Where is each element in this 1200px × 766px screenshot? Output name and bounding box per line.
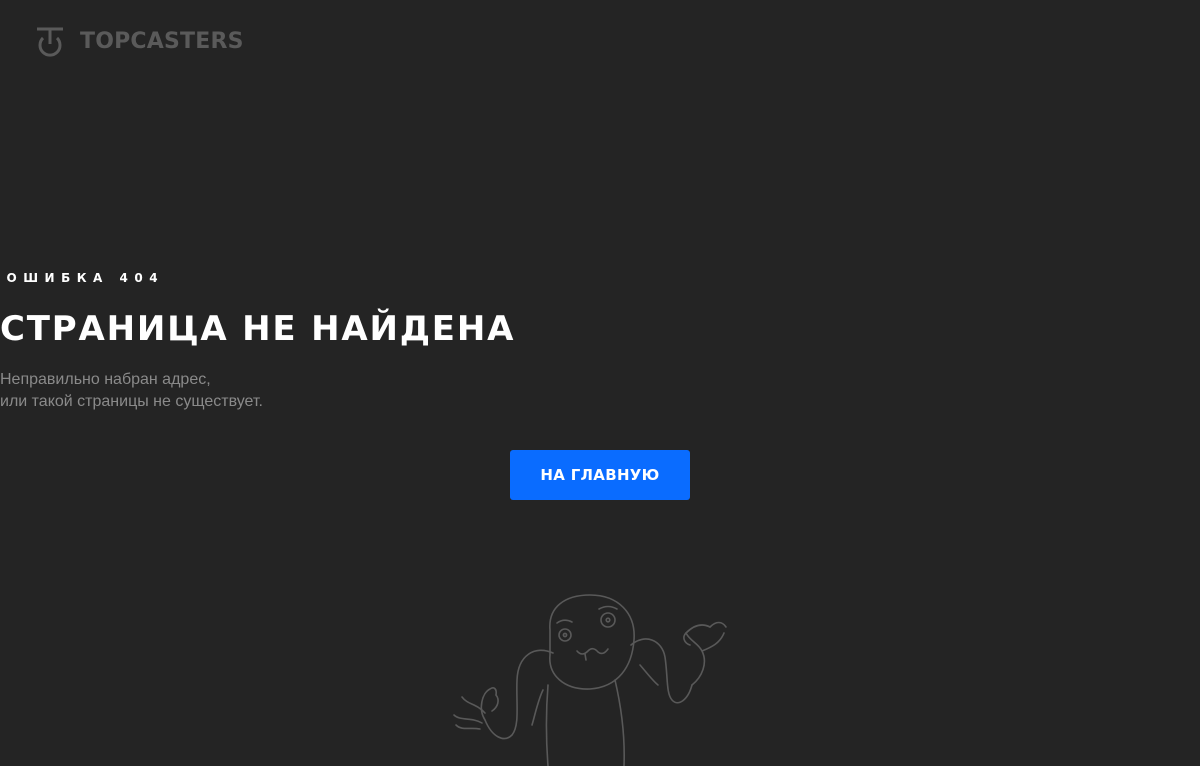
error-code-label: ОШИБКА 404 xyxy=(6,271,165,285)
description-line-1: Неправильно набран адрес, xyxy=(0,371,211,388)
logo-text: TOPCASTERS xyxy=(80,29,244,54)
home-button[interactable]: НА ГЛАВНУЮ xyxy=(510,450,690,500)
error-description: Неправильно набран адрес, или такой стра… xyxy=(0,369,1200,413)
page-title: СТРАНИЦА НЕ НАЙДЕНА xyxy=(0,309,516,349)
logo-link[interactable]: TOPCASTERS xyxy=(37,27,244,57)
description-line-2: или такой страницы не существует. xyxy=(0,393,263,410)
shrugging-person-illustration xyxy=(453,594,727,766)
topcasters-logo-icon xyxy=(37,27,63,57)
